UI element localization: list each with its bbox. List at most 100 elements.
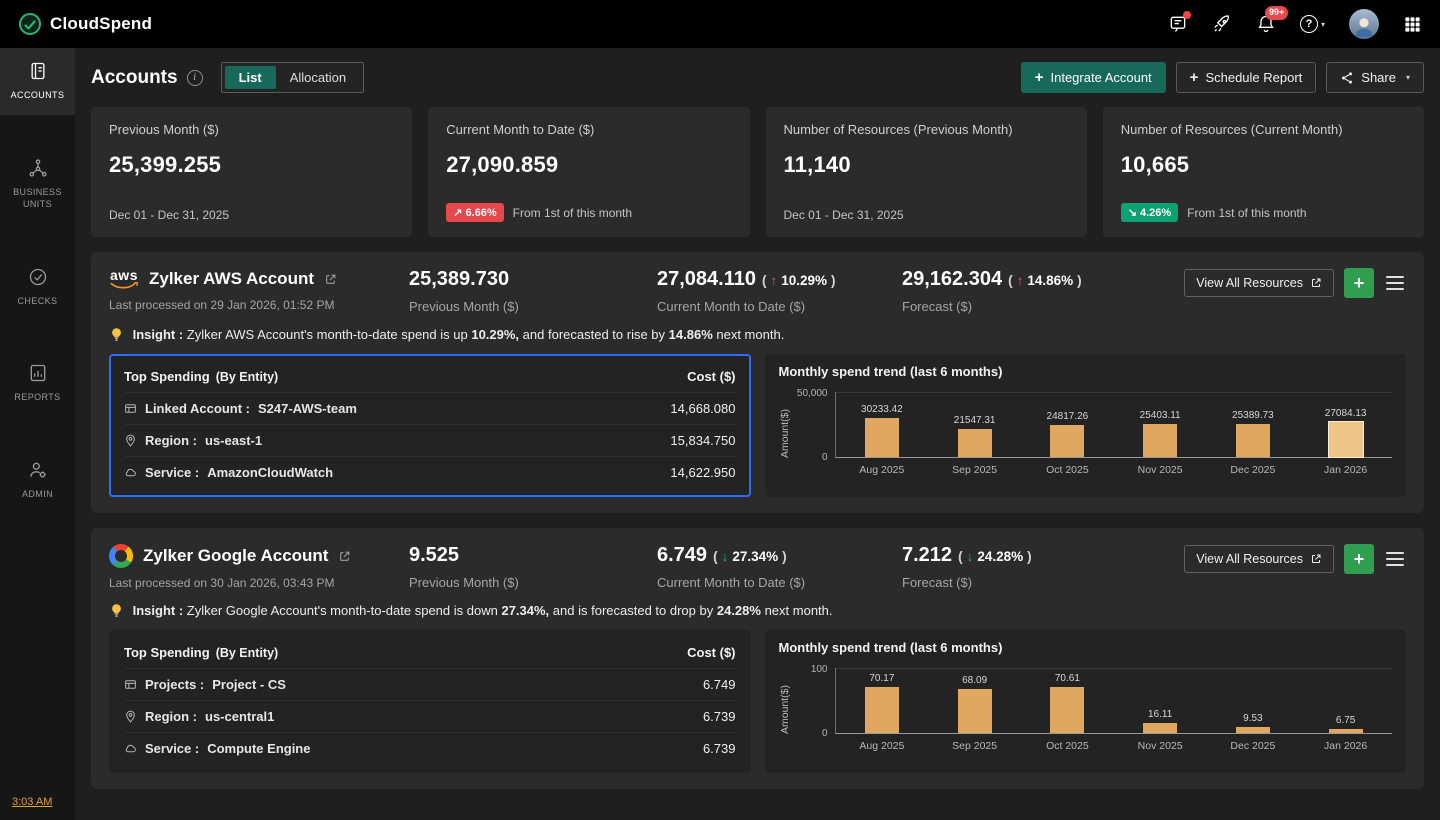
up-arrow-icon: ↑ bbox=[1017, 273, 1024, 288]
top-spending-row-linked-account[interactable]: Linked Account : S247-AWS-team 14,668.08… bbox=[124, 392, 736, 424]
bar-value-label: 6.75 bbox=[1336, 715, 1355, 726]
aws-logo: aws bbox=[109, 268, 139, 290]
share-button[interactable]: Share ▾ bbox=[1326, 62, 1424, 93]
help-glyph: ? bbox=[1300, 15, 1318, 33]
insight-label: Insight : bbox=[133, 327, 184, 342]
bar-sep-2025[interactable]: 21547.31Sep 2025 bbox=[928, 392, 1021, 457]
sidebar-item-business-units[interactable]: BUSINESS UNITS bbox=[0, 145, 75, 224]
bar-jan-2026[interactable]: 27084.13Jan 2026 bbox=[1299, 392, 1392, 457]
bar-nov-2025[interactable]: 16.11Nov 2025 bbox=[1114, 668, 1207, 733]
accounts-icon bbox=[28, 61, 48, 81]
top-spending-row-projects[interactable]: Projects : Project - CS 6.749 bbox=[124, 668, 736, 700]
row-label: Service : bbox=[145, 741, 199, 756]
stat-value: 27,084.110 bbox=[657, 268, 756, 291]
hamburger-menu-icon[interactable] bbox=[1384, 547, 1406, 571]
insight-segment: and forecasted to rise by bbox=[523, 327, 665, 342]
schedule-report-button[interactable]: + Schedule Report bbox=[1176, 62, 1317, 93]
rocket-icon[interactable] bbox=[1212, 14, 1232, 34]
sidebar-item-reports[interactable]: REPORTS bbox=[0, 350, 75, 417]
external-link-icon bbox=[1310, 277, 1322, 289]
stat-label: Current Month to Date ($) bbox=[657, 575, 902, 590]
chevron-down-icon: ▾ bbox=[1321, 20, 1325, 29]
notifications-bell-icon[interactable]: 99+ bbox=[1256, 14, 1276, 34]
plus-icon: + bbox=[1190, 70, 1199, 85]
sidebar-item-admin[interactable]: ADMIN bbox=[0, 447, 75, 514]
row-value: Project - CS bbox=[212, 677, 286, 692]
tab-list[interactable]: List bbox=[225, 66, 276, 89]
google-cloud-logo bbox=[109, 544, 133, 568]
add-button[interactable]: + bbox=[1344, 544, 1374, 574]
service-cloud-icon bbox=[124, 466, 137, 479]
bar-oct-2025[interactable]: 24817.26Oct 2025 bbox=[1021, 392, 1114, 457]
view-all-resources-button[interactable]: View All Resources bbox=[1184, 545, 1334, 573]
share-label: Share bbox=[1361, 70, 1396, 85]
view-all-resources-button[interactable]: View All Resources bbox=[1184, 269, 1334, 297]
tab-allocation[interactable]: Allocation bbox=[276, 66, 360, 89]
down-arrow-icon: ↓ bbox=[722, 549, 729, 564]
bar-nov-2025[interactable]: 25403.11Nov 2025 bbox=[1114, 392, 1207, 457]
avatar[interactable] bbox=[1349, 9, 1379, 39]
bar-aug-2025[interactable]: 30233.42Aug 2025 bbox=[836, 392, 929, 457]
info-icon[interactable]: i bbox=[187, 70, 203, 86]
bar-dec-2025[interactable]: 9.53Dec 2025 bbox=[1207, 668, 1300, 733]
notification-count-badge: 99+ bbox=[1265, 6, 1288, 20]
brand-name: CloudSpend bbox=[50, 14, 152, 34]
y-axis: 100 0 bbox=[793, 668, 835, 734]
top-spending-title: Top Spending bbox=[124, 369, 210, 384]
top-spending-row-service[interactable]: Service : Compute Engine 6.739 bbox=[124, 732, 736, 764]
delta-percent: 14.86% bbox=[1027, 273, 1073, 288]
row-cost: 6.739 bbox=[703, 741, 736, 756]
bar-category-label: Aug 2025 bbox=[859, 464, 904, 476]
bar bbox=[1236, 424, 1270, 457]
top-spending-box: Top Spending (By Entity) Cost ($) Projec… bbox=[109, 630, 751, 773]
time-link[interactable]: 3:03 AM bbox=[0, 786, 64, 820]
bar-jan-2026[interactable]: 6.75Jan 2026 bbox=[1299, 668, 1392, 733]
top-spending-row-service[interactable]: Service : AmazonCloudWatch 14,622.950 bbox=[124, 456, 736, 488]
bar-value-label: 70.17 bbox=[869, 673, 894, 684]
stat-value: 6.749 bbox=[657, 544, 707, 567]
help-icon[interactable]: ? ▾ bbox=[1300, 15, 1325, 33]
bar-dec-2025[interactable]: 25389.73Dec 2025 bbox=[1207, 392, 1300, 457]
external-link-icon[interactable] bbox=[324, 273, 337, 286]
account-panel-google: Zylker Google Account Last processed on … bbox=[91, 528, 1424, 789]
card-value: 25,399.255 bbox=[109, 152, 394, 178]
bar-sep-2025[interactable]: 68.09Sep 2025 bbox=[928, 668, 1021, 733]
card-value: 10,665 bbox=[1121, 152, 1406, 178]
top-spending-row-region[interactable]: Region : us-east-1 15,834.750 bbox=[124, 424, 736, 456]
admin-icon bbox=[28, 460, 48, 480]
y-axis: 50,000 0 bbox=[793, 392, 835, 458]
account-name: Zylker Google Account bbox=[143, 546, 328, 566]
bar bbox=[865, 418, 899, 457]
bar-value-label: 9.53 bbox=[1243, 713, 1262, 724]
share-icon bbox=[1340, 71, 1354, 85]
sidebar-item-checks[interactable]: CHECKS bbox=[0, 254, 75, 321]
cloudspend-logo-icon bbox=[18, 12, 42, 36]
sidebar-item-label: BUSINESS UNITS bbox=[3, 186, 72, 211]
stat-value: 25,389.730 bbox=[409, 268, 657, 291]
sidebar-item-accounts[interactable]: ACCOUNTS bbox=[0, 48, 75, 115]
bar-oct-2025[interactable]: 70.61Oct 2025 bbox=[1021, 668, 1114, 733]
chart-title: Monthly spend trend (last 6 months) bbox=[779, 364, 1393, 379]
main-content: Accounts i List Allocation + Integrate A… bbox=[75, 48, 1440, 820]
whats-new-icon[interactable] bbox=[1168, 14, 1188, 34]
region-pin-icon bbox=[124, 710, 137, 723]
stat-label: Current Month to Date ($) bbox=[657, 299, 902, 314]
hamburger-menu-icon[interactable] bbox=[1384, 271, 1406, 295]
stat-forecast: 29,162.304 (↑14.86%) Forecast ($) bbox=[902, 268, 1152, 314]
bar bbox=[1143, 424, 1177, 457]
add-button[interactable]: + bbox=[1344, 268, 1374, 298]
user-photo bbox=[1351, 13, 1377, 39]
integrate-account-button[interactable]: + Integrate Account bbox=[1021, 62, 1166, 93]
insight-label: Insight : bbox=[133, 603, 184, 618]
external-link-icon[interactable] bbox=[338, 550, 351, 563]
row-value: AmazonCloudWatch bbox=[207, 465, 333, 480]
apps-grid-icon[interactable] bbox=[1403, 15, 1422, 34]
increase-badge: ↗6.66% bbox=[446, 203, 503, 222]
brand-logo[interactable]: CloudSpend bbox=[18, 12, 152, 36]
stat-previous-month: 9.525 Previous Month ($) bbox=[409, 544, 657, 590]
bar-aug-2025[interactable]: 70.17Aug 2025 bbox=[836, 668, 929, 733]
row-label: Projects : bbox=[145, 677, 204, 692]
account-name: Zylker AWS Account bbox=[149, 269, 314, 289]
top-spending-row-region[interactable]: Region : us-central1 6.739 bbox=[124, 700, 736, 732]
delta-percent: 10.29% bbox=[781, 273, 827, 288]
